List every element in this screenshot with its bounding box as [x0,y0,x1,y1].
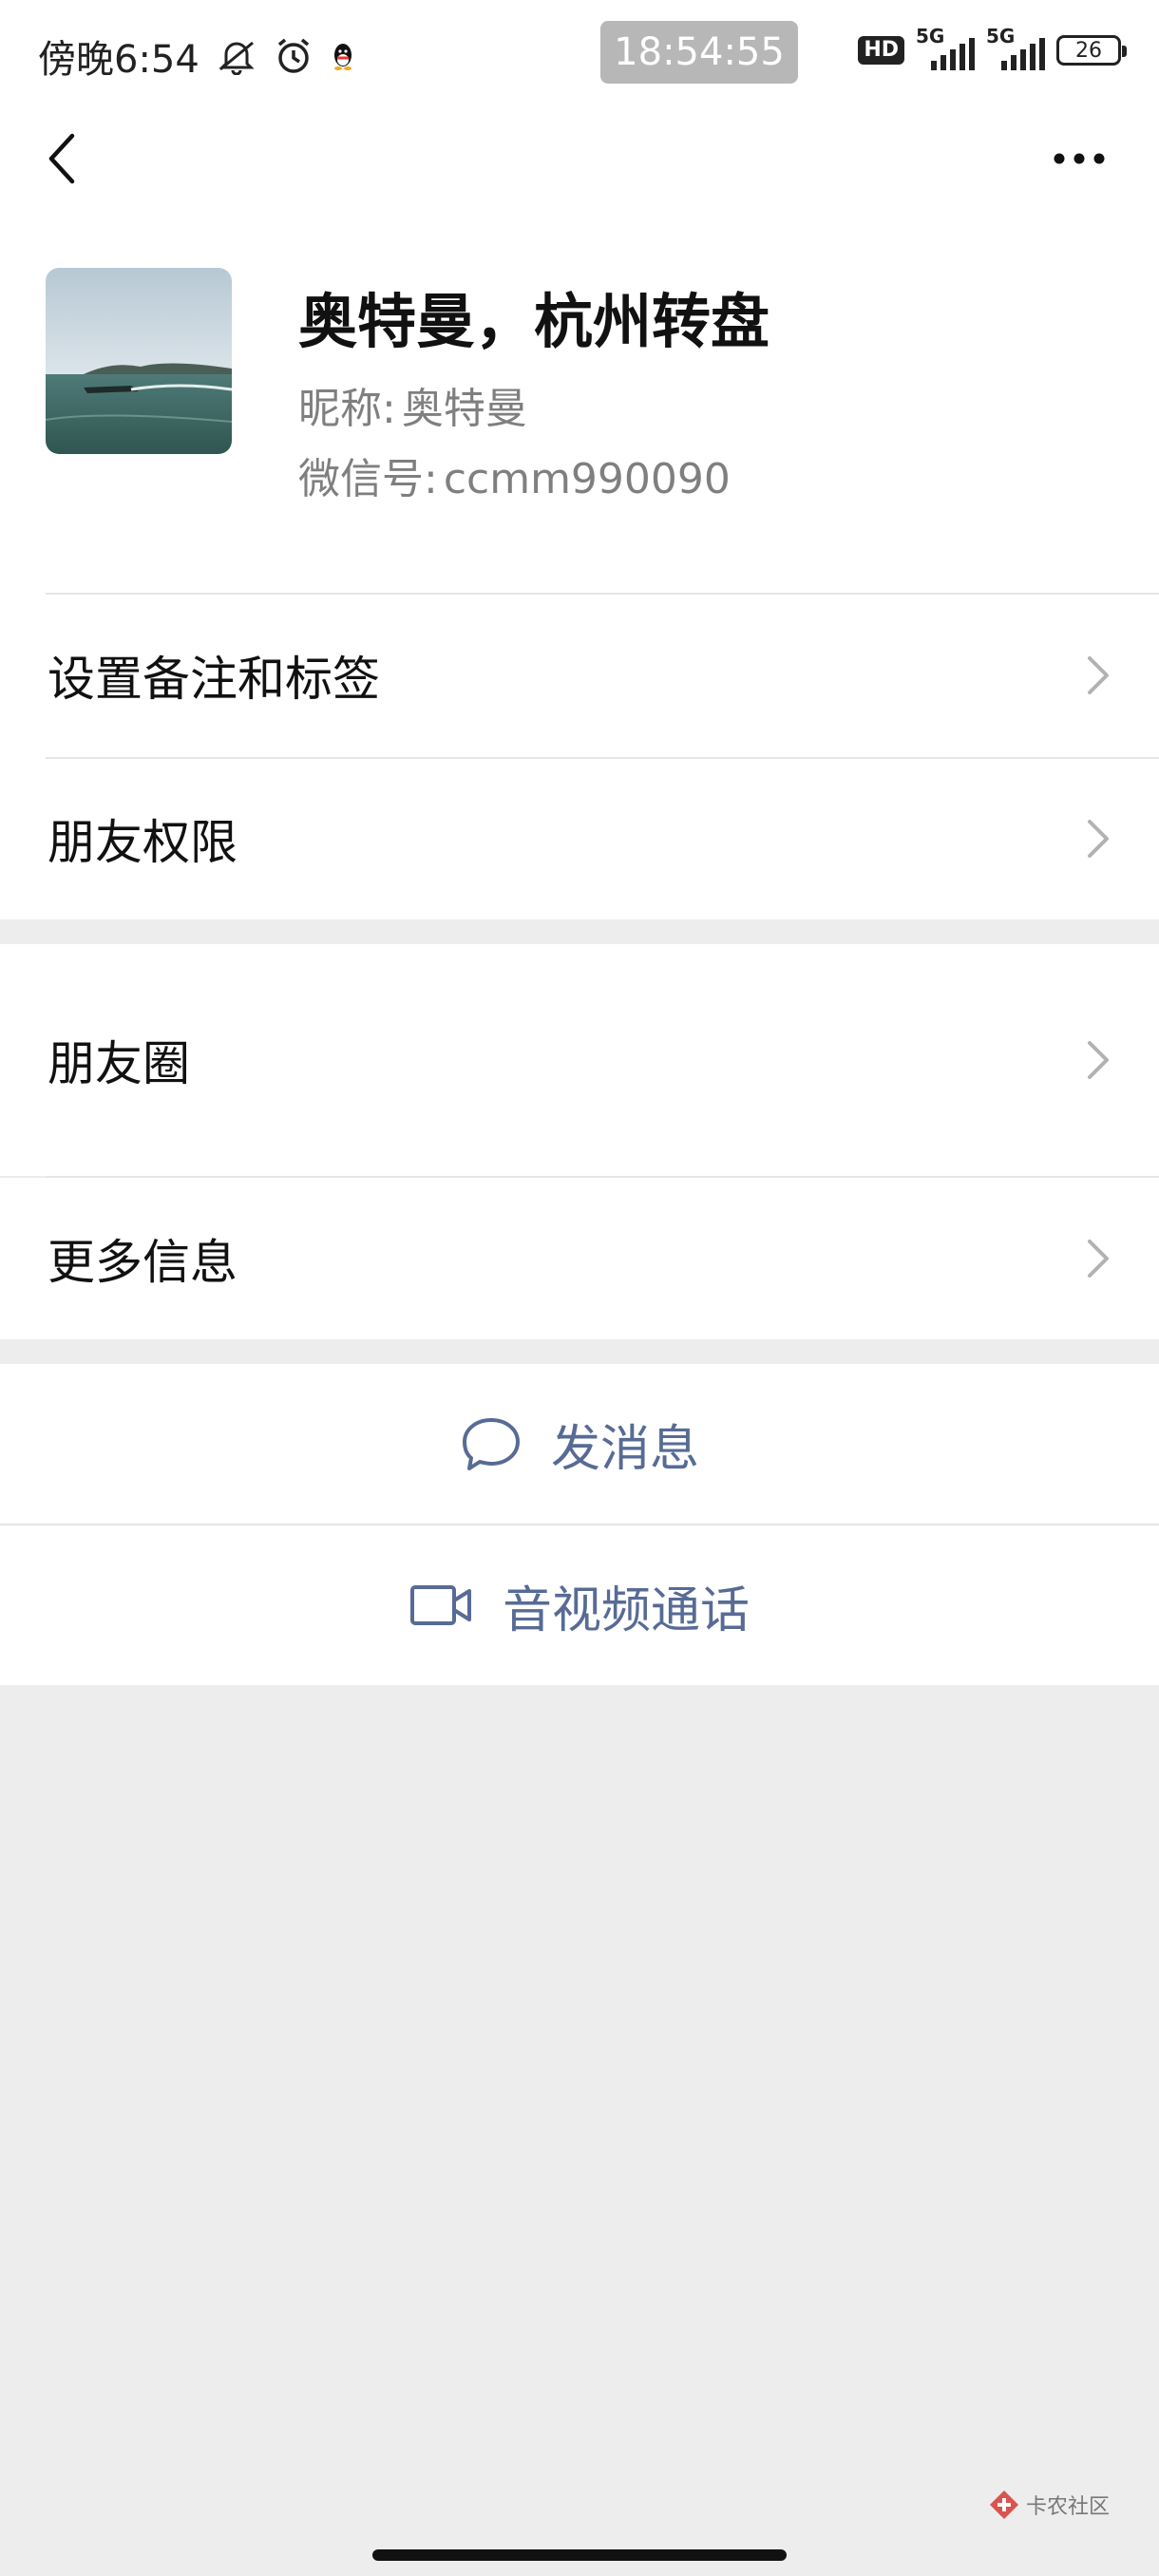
qq-icon [329,40,357,72]
more-info-row[interactable]: 更多信息 [0,1178,1159,1339]
watermark: 卡农社区 [988,2489,1110,2521]
divider [46,757,1159,759]
divider [46,593,1159,595]
hd-icon: HD [858,36,904,65]
back-button[interactable] [34,125,87,192]
wechat-id-row: 微信号: ccmm990090 [298,445,731,505]
status-time: 傍晚6:54 [38,38,200,82]
status-clock-pill: 18:54:55 [600,21,798,84]
signal-icon: 5G [986,25,1045,72]
status-clock: 18:54:55 [614,30,785,74]
watermark-logo-icon [990,2491,1018,2519]
friend-permissions-label: 朋友权限 [48,815,238,870]
nickname-row: 昵称: 奥特曼 [298,374,527,435]
battery-level: 26 [1075,38,1102,63]
signal-icon: 5G [916,25,975,72]
chevron-left-icon [48,133,75,184]
nav-bar [0,103,1159,213]
divider [46,1176,1159,1178]
chevron-right-icon [1088,820,1109,858]
watermark-text: 卡农社区 [1026,2495,1111,2519]
avatar[interactable] [46,268,232,454]
video-camera-icon [409,1585,471,1625]
display-name: 奥特曼，杭州转盘 [298,287,770,356]
av-call-label: 音视频通话 [502,1582,750,1639]
set-remark-row[interactable]: 设置备注和标签 [0,593,1159,758]
chevron-right-icon [1088,656,1109,694]
moments-row[interactable]: 朋友圈 [0,944,1159,1176]
friend-permissions-row[interactable]: 朋友权限 [0,758,1159,919]
wechat-id-value: ccmm990090 [443,455,731,503]
status-left: 傍晚6:54 [38,28,357,84]
home-indicator[interactable] [372,2549,787,2561]
set-remark-label: 设置备注和标签 [48,652,380,707]
more-button[interactable] [1041,125,1117,192]
chevron-right-icon [1088,1041,1109,1079]
send-message-button[interactable]: 发消息 [0,1364,1159,1524]
nickname-label: 昵称: [298,385,396,433]
status-right: HD 5G 5G 26 [858,25,1127,72]
send-message-label: 发消息 [550,1420,699,1478]
wechat-id-label: 微信号: [298,455,438,503]
nickname-value: 奥特曼 [401,385,527,433]
more-info-label: 更多信息 [48,1235,238,1290]
chat-bubble-icon [462,1418,520,1470]
chevron-right-icon [1088,1240,1109,1278]
moments-label: 朋友圈 [48,1036,190,1091]
status-bar: 傍晚6:54 18:54:55 HD 5G 5G 26 [0,0,1159,103]
battery-icon: 26 [1056,35,1127,66]
mute-notification-icon [215,37,258,75]
profile-header: 奥特曼，杭州转盘 昵称: 奥特曼 微信号: ccmm990090 [0,213,1159,593]
alarm-icon [274,36,314,76]
av-call-button[interactable]: 音视频通话 [0,1525,1159,1685]
more-dots-icon [1054,153,1105,164]
